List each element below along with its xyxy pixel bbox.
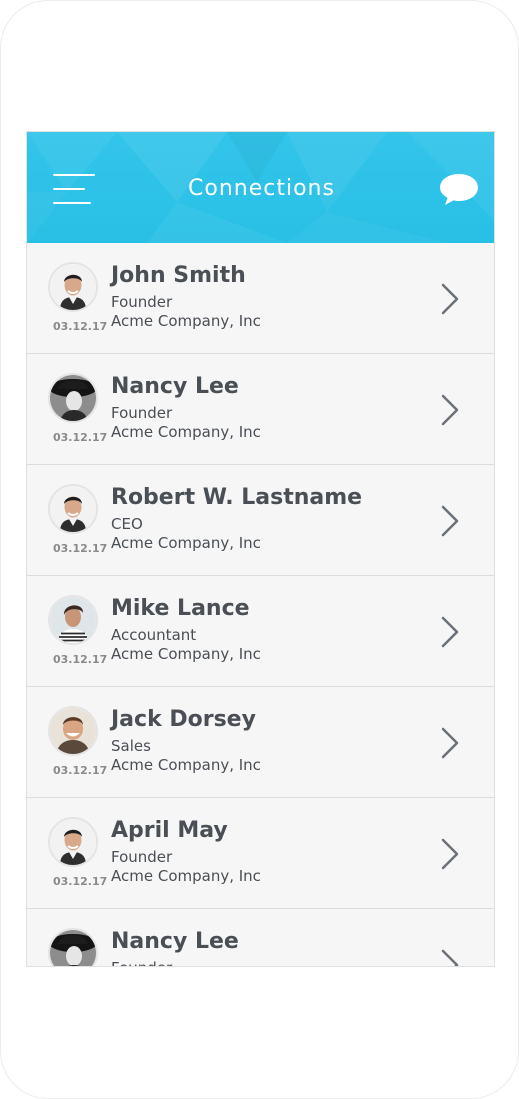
connection-row[interactable]: 03.12.17 Nancy Lee Founder Acme Company, In… — [27, 354, 494, 465]
connection-date: 03.12.17 — [53, 320, 108, 333]
page-title: Connections — [188, 176, 335, 201]
avatar — [48, 484, 98, 534]
connection-date: 03.12.17 — [53, 875, 108, 888]
connection-name: April May — [111, 818, 228, 843]
connection-date: 03.12.17 — [53, 764, 108, 777]
avatar — [48, 706, 98, 756]
connection-company: Acme Company, Inc — [111, 312, 261, 330]
connection-name: Mike Lance — [111, 596, 250, 621]
connection-role: Founder — [111, 959, 172, 966]
chat-bubble-icon[interactable] — [438, 172, 480, 206]
phone-frame: Connections 03.12.17 John Smith Founder Acm… — [0, 0, 519, 1099]
chevron-right-icon[interactable] — [440, 727, 460, 759]
connection-company: Acme Company, Inc — [111, 645, 261, 663]
connection-role: Accountant — [111, 626, 197, 644]
connection-company: Acme Company, Inc — [111, 423, 261, 441]
connection-role: Founder — [111, 404, 173, 422]
avatar — [48, 262, 98, 312]
chevron-right-icon[interactable] — [440, 616, 460, 648]
avatar — [48, 817, 98, 867]
connection-name: John Smith — [111, 263, 246, 288]
connection-role: Sales — [111, 737, 151, 755]
connection-row[interactable]: 03.12.17 John Smith Founder Acme Company, I… — [27, 243, 494, 354]
avatar — [48, 373, 98, 423]
connection-name: Jack Dorsey — [111, 707, 256, 732]
connection-company: Acme Company, Inc — [111, 756, 261, 774]
connection-name: Nancy Lee — [111, 374, 239, 399]
connection-row[interactable]: 03.12.17 Mike Lance Accountant Acme Company… — [27, 576, 494, 687]
connection-row[interactable]: 03.12.17 Robert W. Lastname CEO Acme Compan… — [27, 465, 494, 576]
chevron-right-icon[interactable] — [440, 394, 460, 426]
avatar — [48, 928, 98, 966]
connection-row[interactable]: 03.12.17 April May Founder Acme Company, In… — [27, 798, 494, 909]
app-screen: Connections 03.12.17 John Smith Founder Acm… — [26, 131, 495, 967]
connection-date: 03.12.17 — [53, 653, 108, 666]
connection-row[interactable]: Nancy Lee Founder — [27, 909, 494, 966]
connection-company: Acme Company, Inc — [111, 867, 261, 885]
chevron-right-icon[interactable] — [440, 505, 460, 537]
chevron-right-icon[interactable] — [440, 283, 460, 315]
connection-role: Founder — [111, 848, 173, 866]
chevron-right-icon[interactable] — [440, 838, 460, 870]
connection-name: Nancy Lee — [111, 929, 239, 954]
connection-list: 03.12.17 John Smith Founder Acme Company, I… — [27, 243, 494, 966]
avatar — [48, 595, 98, 645]
app-header: Connections — [27, 132, 494, 243]
chevron-right-icon[interactable] — [440, 949, 460, 966]
connection-role: Founder — [111, 293, 173, 311]
connection-date: 03.12.17 — [53, 542, 108, 555]
connection-date: 03.12.17 — [53, 431, 108, 444]
connection-row[interactable]: 03.12.17 Jack Dorsey Sales Acme Company, In… — [27, 687, 494, 798]
connection-company: Acme Company, Inc — [111, 534, 261, 552]
connection-name: Robert W. Lastname — [111, 485, 363, 510]
connection-role: CEO — [111, 515, 143, 533]
